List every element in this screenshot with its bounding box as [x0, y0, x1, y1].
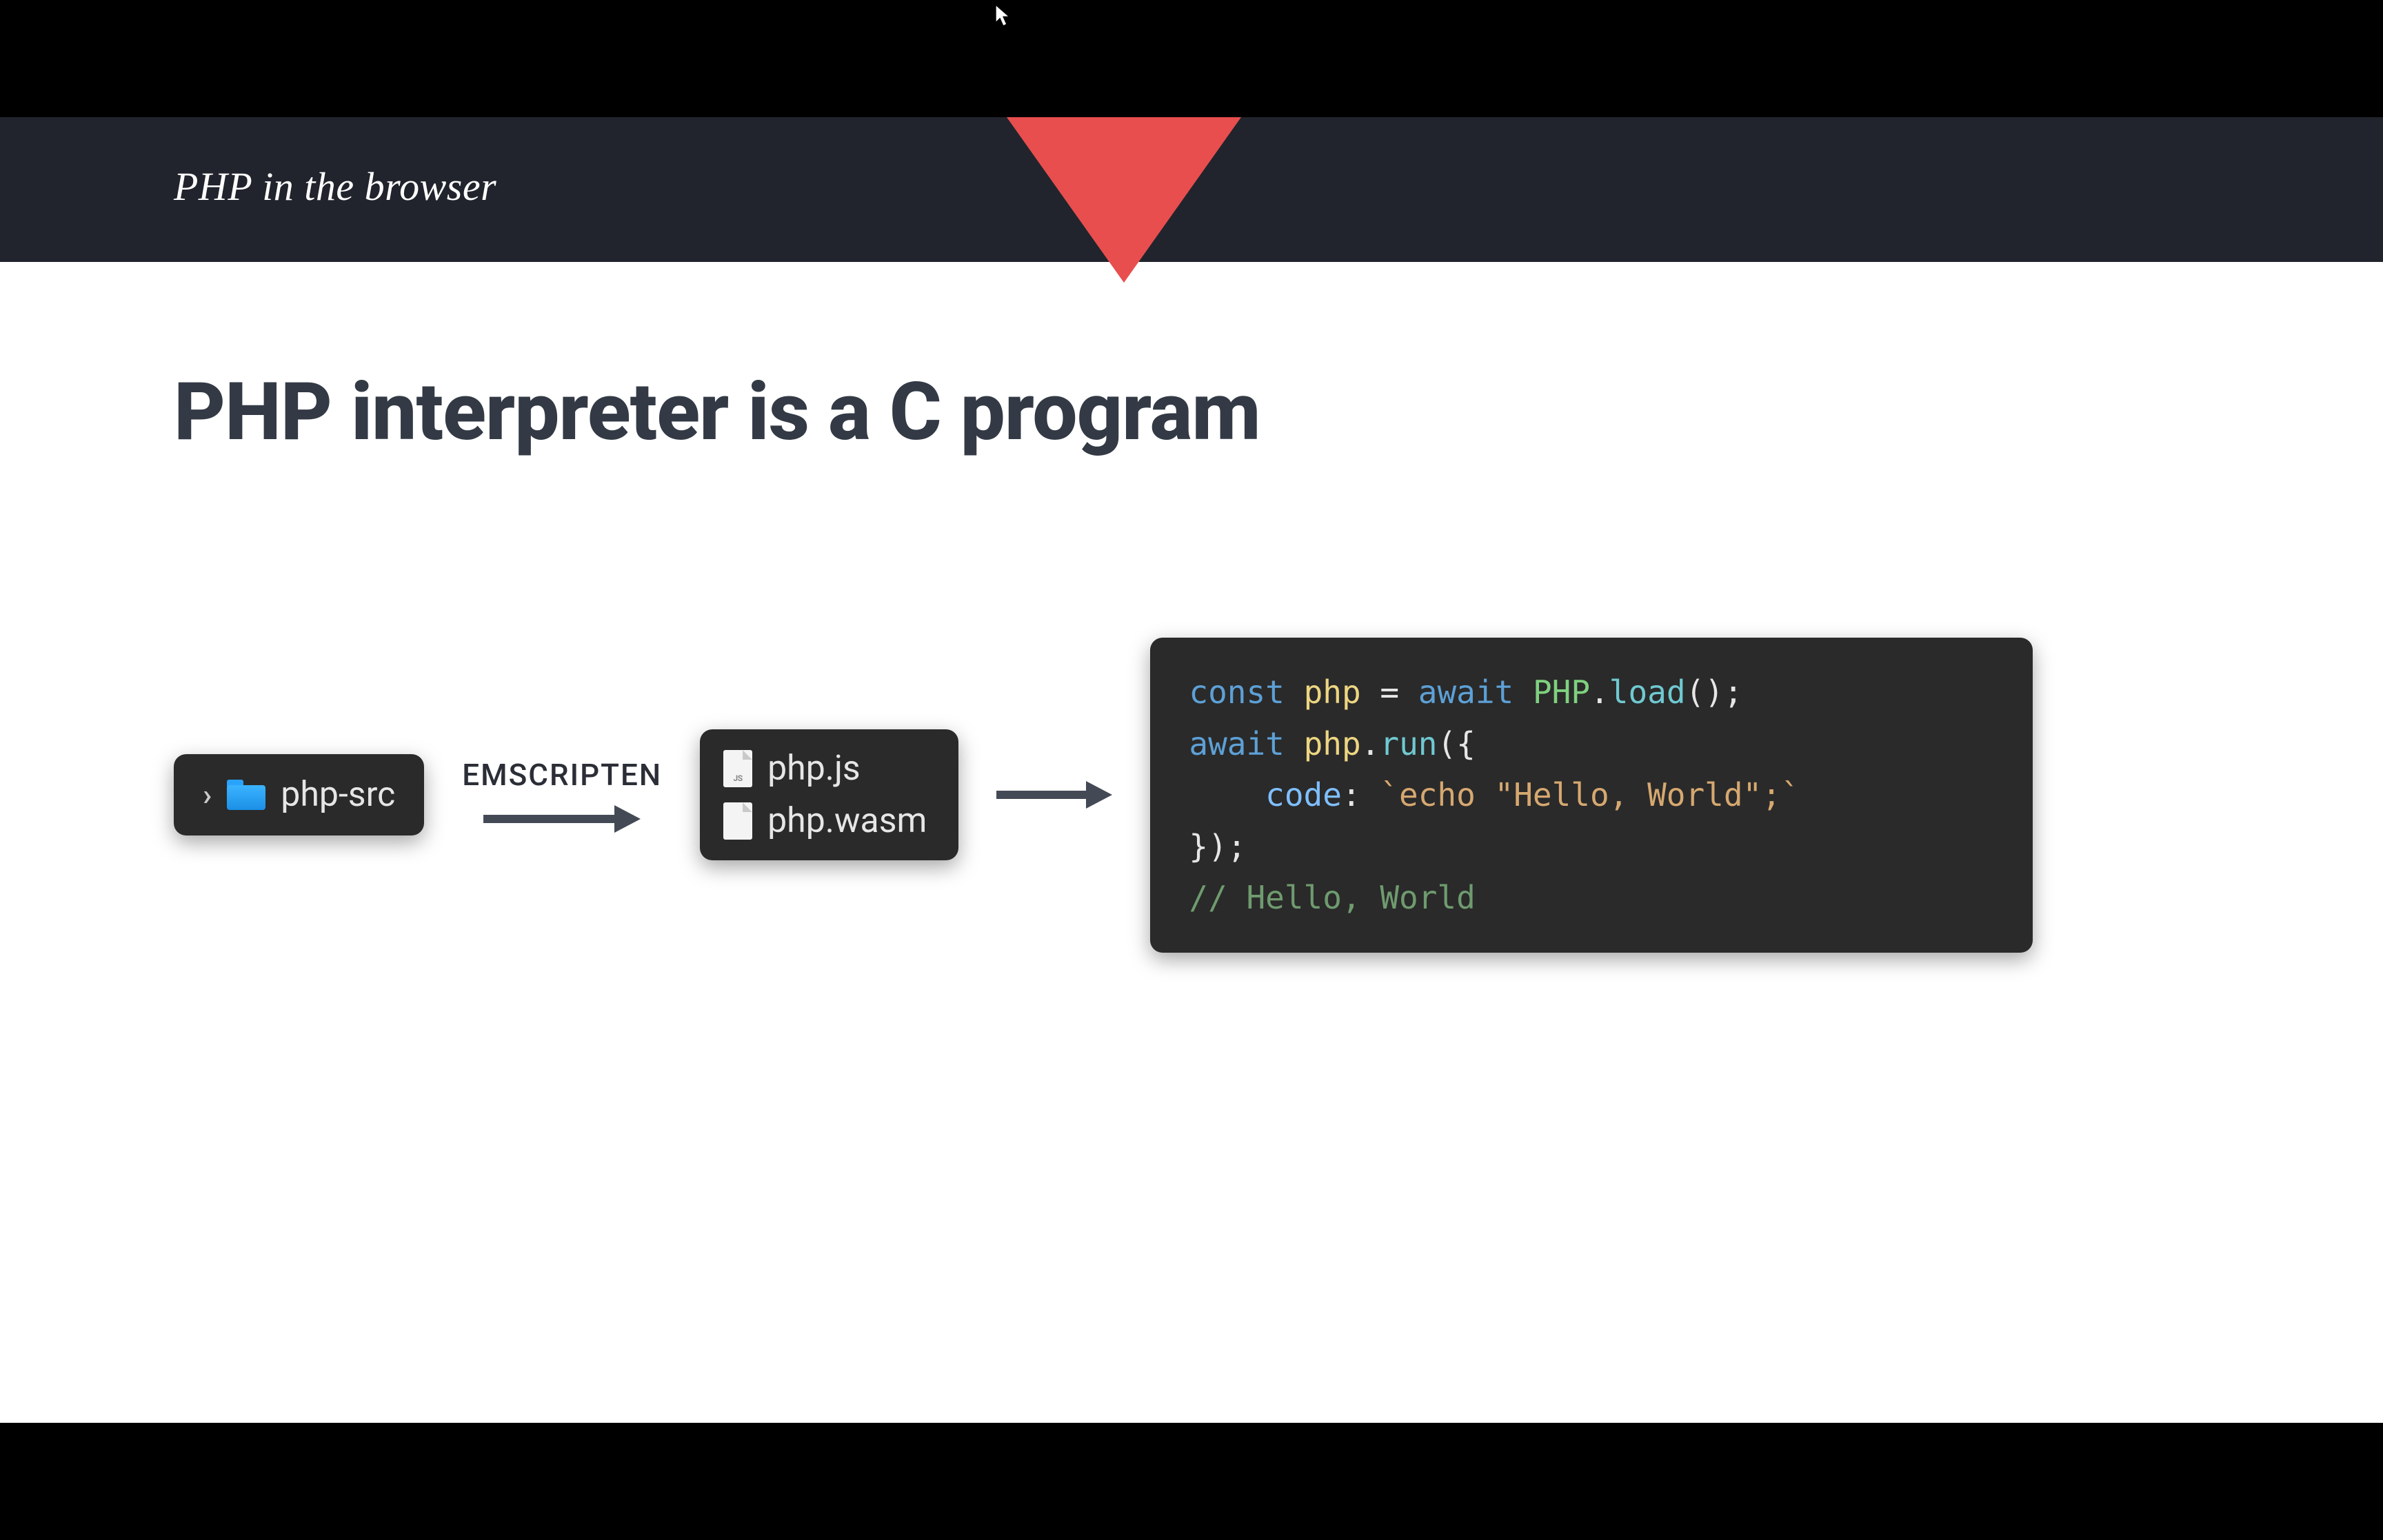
file-name-wasm: php.wasm [767, 801, 927, 841]
code-token: php [1304, 673, 1361, 711]
build-diagram: › php-src EMSCRIPTEN php.js php.wasm [174, 638, 2033, 953]
folder-icon [227, 780, 265, 810]
code-token: run [1380, 725, 1437, 762]
cursor-icon [994, 4, 1012, 28]
breadcrumb: PHP in the browser [174, 163, 496, 210]
arrow-right-icon [996, 781, 1112, 809]
source-folder-box: › php-src [174, 754, 424, 835]
page-title: PHP interpreter is a C program [174, 365, 1260, 459]
code-token [1189, 776, 1265, 813]
code-token: = [1361, 673, 1418, 711]
source-folder-label: php-src [281, 775, 395, 815]
code-token: php [1304, 725, 1361, 762]
file-name-js: php.js [767, 749, 861, 789]
output-files-box: php.js php.wasm [700, 729, 958, 860]
file-row-js: php.js [723, 749, 927, 789]
code-token: }); [1189, 828, 1246, 865]
emscripten-arrow-group: EMSCRIPTEN [462, 757, 662, 833]
chevron-right-icon: › [203, 777, 212, 813]
file-icon [723, 750, 752, 787]
marker-triangle-icon [1007, 117, 1241, 283]
file-row-wasm: php.wasm [723, 801, 927, 841]
code-token: . [1590, 673, 1609, 711]
code-token: await [1189, 725, 1284, 762]
code-token: (); [1686, 673, 1743, 711]
code-token: ({ [1437, 725, 1475, 762]
code-token: PHP [1533, 673, 1590, 711]
code-token: load [1609, 673, 1686, 711]
code-token: : [1342, 776, 1380, 813]
file-icon [723, 802, 752, 840]
code-token: await [1418, 673, 1514, 711]
code-token: const [1189, 673, 1284, 711]
code-token: `echo "Hello, World";` [1380, 776, 1800, 813]
code-token: . [1361, 725, 1380, 762]
emscripten-label: EMSCRIPTEN [462, 757, 662, 793]
code-token: code [1265, 776, 1342, 813]
code-token: // Hello, World [1189, 879, 1475, 916]
arrow-right-icon [483, 805, 641, 833]
code-sample-box: const php = await PHP.load(); await php.… [1150, 638, 2033, 953]
